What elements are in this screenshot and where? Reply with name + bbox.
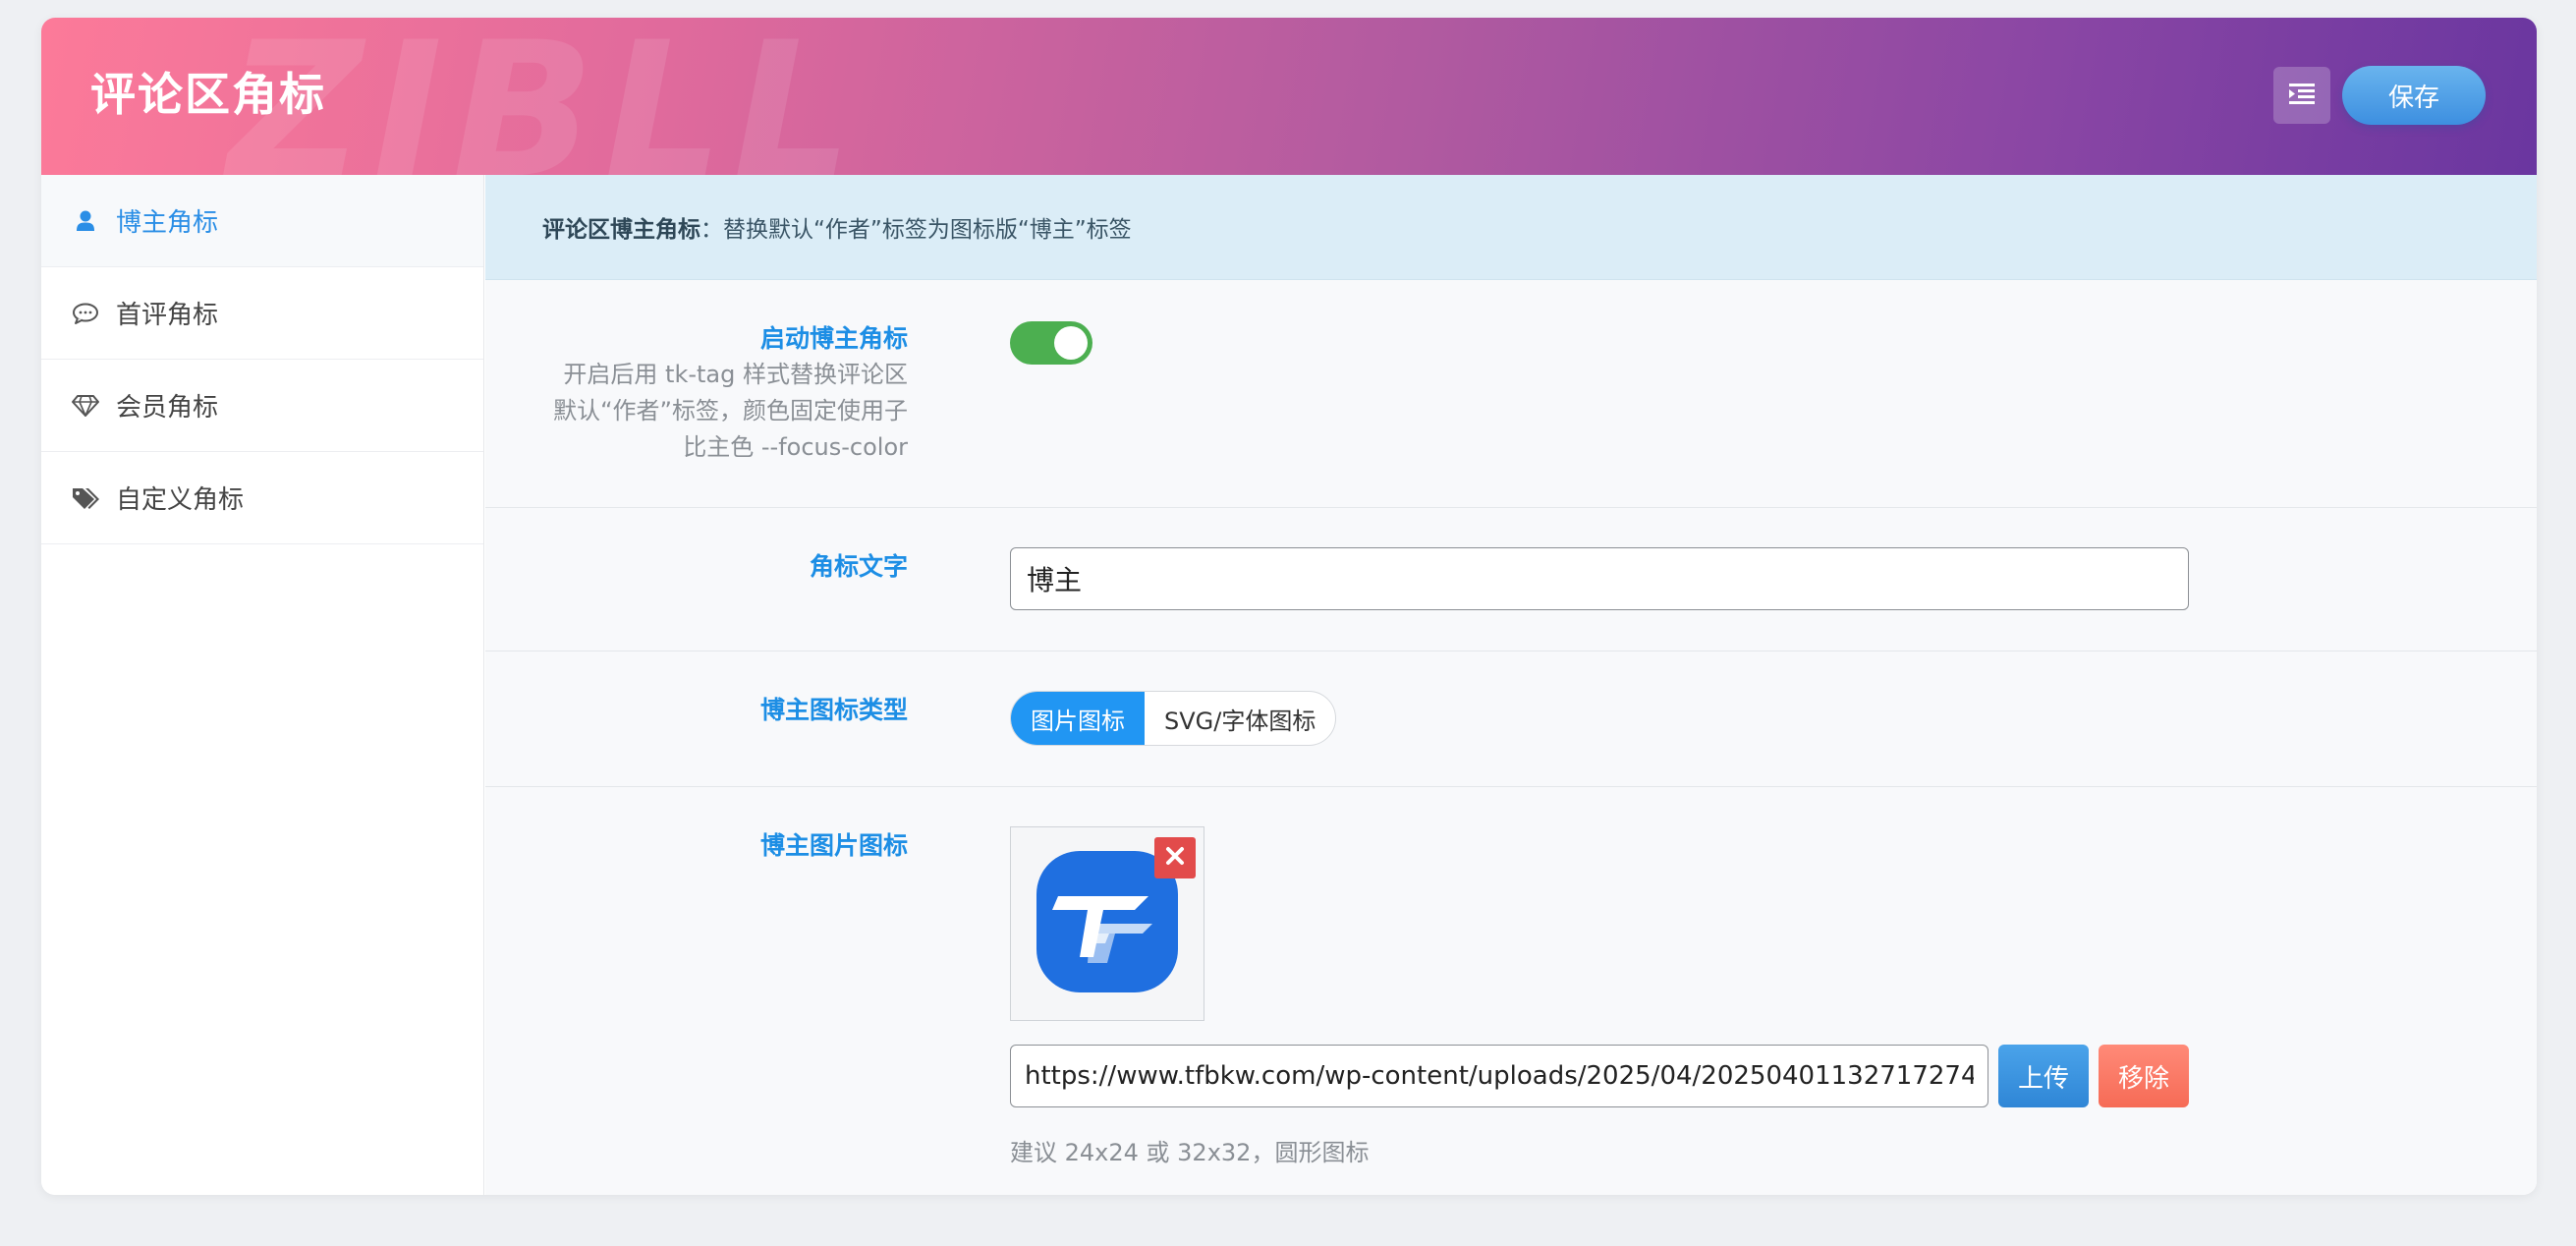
field-desc-line: 默认“作者”标签，颜色固定使用子 [553,397,908,425]
settings-panel: ZIBLL 评论区角标 保存 博主角标 首评角标 会员角标 自定义角标 评论区博… [41,18,2537,1195]
field-label-icon-type: 博主图标类型 [759,696,908,724]
user-icon [71,206,100,236]
preview-remove-button[interactable] [1154,837,1196,878]
image-url-input[interactable] [1010,1045,1988,1107]
list-indent-icon [2287,81,2317,110]
upload-button[interactable]: 上传 [1998,1045,2089,1107]
icon-type-selector: 图片图标 SVG/字体图标 [1010,691,1337,746]
sidebar-item-label: 会员角标 [116,393,219,423]
sidebar-item-member-badge[interactable]: 会员角标 [41,360,483,452]
panel-header: ZIBLL 评论区角标 保存 [41,18,2537,175]
field-desc-enable: 开启后用 tk-tag 样式替换评论区 默认“作者”标签，颜色固定使用子 比主色… [495,357,908,466]
icon-type-option-svg[interactable]: SVG/字体图标 [1145,692,1335,745]
diamond-icon [71,391,100,421]
field-image-icon-row: 博主图片图标 https://www.tfbkw.com/wp-content/… [485,787,2537,1192]
sidebar-item-blogger-badge[interactable]: 博主角标 [41,175,483,267]
comment-icon [71,299,100,328]
field-desc-line: 开启后用 tk-tag 样式替换评论区 [563,361,908,388]
field-icon-type-row: 博主图标类型 图片图标 SVG/字体图标 [485,651,2537,787]
sidebar-item-first-comment-badge[interactable]: 首评角标 [41,267,483,360]
field-desc-line: 比主色 --focus-color [683,433,908,461]
field-hint-image-icon: 建议 24x24 或 32x32，圆形图标 [1010,1139,1370,1166]
icon-type-option-image[interactable]: 图片图标 [1011,692,1145,745]
field-enable-row: 启动博主角标 开启后用 tk-tag 样式替换评论区 默认“作者”标签，颜色固定… [485,280,2537,508]
field-label-image-icon: 博主图片图标 [759,831,908,860]
menu-toggle-button[interactable] [2273,67,2330,124]
remove-button[interactable]: 移除 [2099,1045,2189,1107]
image-preview [1010,826,1204,1021]
badge-text-input[interactable] [1010,547,2189,610]
notice-separator: ： [700,217,723,243]
notice-banner: 评论区博主角标 ： 替换默认“作者”标签为图标版“博主”标签 [485,175,2537,280]
page-title: 评论区角标 [90,68,326,121]
field-label-badge-text: 角标文字 [809,552,908,581]
toggle-knob [1054,326,1088,360]
settings-content: 评论区博主角标 ： 替换默认“作者”标签为图标版“博主”标签 启动博主角标 开启… [485,175,2537,1195]
sidebar: 博主角标 首评角标 会员角标 自定义角标 [41,175,484,1195]
field-label-enable: 启动博主角标 [759,324,908,353]
enable-toggle[interactable] [1010,321,1092,365]
sidebar-item-label: 自定义角标 [116,485,245,515]
save-button[interactable]: 保存 [2342,66,2486,125]
notice-title: 评论区博主角标 [542,217,700,243]
tags-icon [71,483,100,513]
sidebar-item-label: 首评角标 [116,301,219,330]
close-icon [1165,846,1185,870]
field-badge-text-row: 角标文字 [485,508,2537,651]
sidebar-item-custom-badge[interactable]: 自定义角标 [41,452,483,544]
notice-text: 替换默认“作者”标签为图标版“博主”标签 [723,217,1132,243]
sidebar-item-label: 博主角标 [116,208,219,238]
